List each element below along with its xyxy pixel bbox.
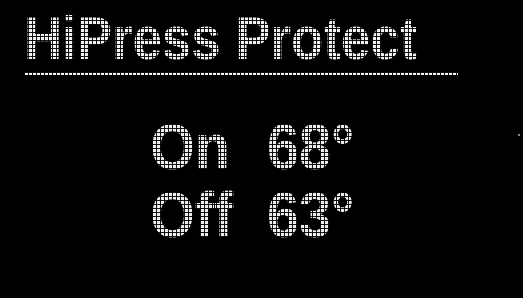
title-underline	[24, 72, 458, 75]
off-threshold-row: Off 63°	[150, 182, 354, 248]
edge-pixel	[518, 134, 520, 136]
off-label: Off	[150, 179, 234, 251]
display-screen: HiPress Protect On 68° Off 63°	[0, 0, 523, 298]
on-temperature-value: 68°	[267, 111, 355, 183]
on-threshold-row: On 68°	[150, 114, 354, 180]
off-temperature-value: 63°	[267, 179, 355, 251]
on-label: On	[150, 111, 230, 183]
screen-title: HiPress Protect	[24, 5, 418, 72]
